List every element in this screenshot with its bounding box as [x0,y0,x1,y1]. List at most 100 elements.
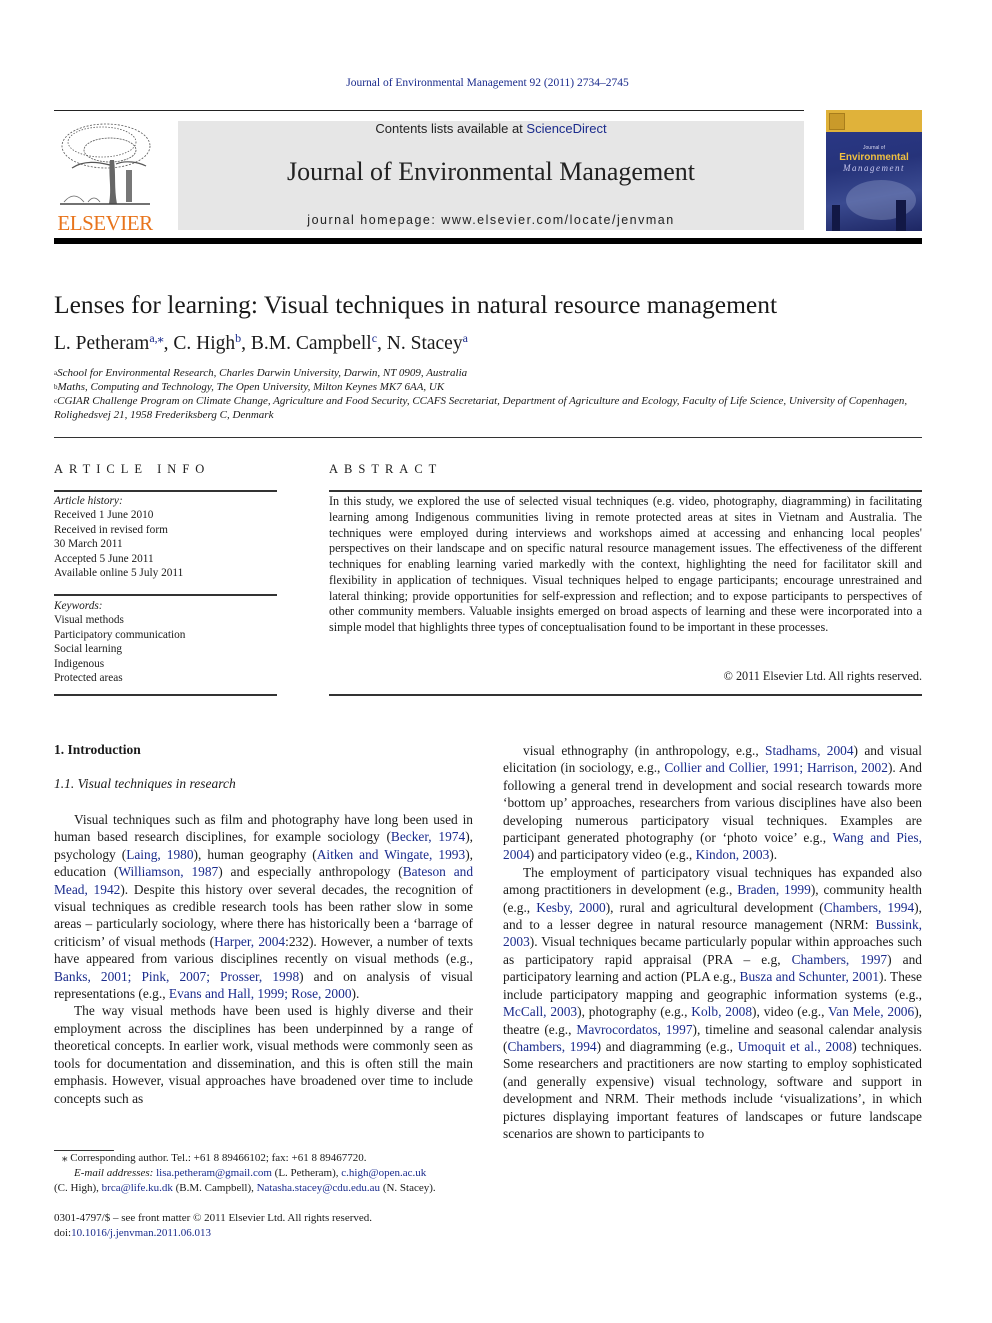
email-line: (C. High), brca@life.ku.dk (B.M. Campbel… [54,1182,436,1194]
email-owner: (N. Stacey). [382,1182,436,1194]
history-item: Accepted 5 June 2011 [54,552,154,565]
author-affiliation-link[interactable]: a,⁎ [149,331,163,345]
affiliation-text: CGIAR Challenge Program on Climate Chang… [54,395,908,422]
divider [54,490,277,492]
affiliation: aSchool for Environmental Research, Char… [54,366,924,380]
journal-banner: Contents lists available at ScienceDirec… [178,121,804,230]
citation-link[interactable]: Bateson and Mead, 1942 [54,864,473,896]
citation-link[interactable]: Mavrocordatos, 1997 [576,1022,692,1037]
divider [329,490,922,492]
citation-link[interactable]: Umoquit et al., 2008 [738,1039,853,1054]
author-affiliation-link[interactable]: b [235,331,241,345]
cover-line-3: Management [843,163,905,173]
elsevier-wordmark: ELSEVIER [57,211,153,235]
journal-homepage-link[interactable]: journal homepage: www.elsevier.com/locat… [178,213,804,227]
citation-link[interactable]: Becker, 1974 [391,829,465,844]
citation-link[interactable]: Evans and Hall, 1999; Rose, 2000 [169,986,352,1001]
cover-chimney-graphic [832,205,840,231]
corresponding-author-note: ⁎ Corresponding author. Tel.: +61 8 8946… [62,1152,367,1164]
keyword: Protected areas [54,672,123,685]
article-title: Lenses for learning: Visual techniques i… [54,290,778,319]
email-owner: (B.M. Campbell) [175,1182,252,1194]
doi-link[interactable]: 10.1016/j.jenvman.2011.06.013 [71,1227,211,1239]
keyword: Indigenous [54,657,105,670]
email-link[interactable]: brca@life.ku.dk [102,1182,173,1194]
email-owner: (C. High) [54,1182,97,1194]
article-history: Article history: Received 1 June 2010 Re… [54,494,279,580]
sciencedirect-link[interactable]: ScienceDirect [526,121,606,136]
citation-link[interactable]: Chambers, 1994 [824,900,914,915]
citation-link[interactable]: Kesby, 2000 [536,900,606,915]
journal-reference-link[interactable]: Journal of Environmental Management 92 (… [346,77,629,89]
citation-link[interactable]: Banks, 2001; Pink, 2007; Prosser, 1998 [54,969,299,984]
citation-link[interactable]: Van Mele, 2006 [828,1004,914,1019]
citation-link[interactable]: Williamson, 1987 [118,864,218,879]
citation-link[interactable]: Busza and Schunter, 2001 [740,969,880,984]
body-column-left: Visual techniques such as film and photo… [54,811,473,1107]
citation-link[interactable]: Chambers, 1994 [507,1039,596,1054]
citation-link[interactable]: Chambers, 1997 [792,952,887,967]
citation-link[interactable]: McCall, 2003 [503,1004,577,1019]
affiliation: bMaths, Computing and Technology, The Op… [54,380,924,394]
cover-band [826,110,922,132]
affiliation-text: School for Environmental Research, Charl… [57,367,468,379]
keyword: Social learning [54,643,123,656]
citation-link[interactable]: Aitken and Wingate, 1993 [317,847,465,862]
email-link[interactable]: Natasha.stacey@cdu.edu.au [257,1182,380,1194]
citation-link[interactable]: Kindon, 2003 [696,847,770,862]
header-thick-rule [54,238,922,244]
front-matter: 0301-4797/$ – see front matter © 2011 El… [54,1211,372,1241]
affiliation-text: Maths, Computing and Technology, The Ope… [57,381,445,393]
author-affiliation-link[interactable]: c [372,331,377,345]
keyword: Participatory communication [54,628,186,641]
citation-link[interactable]: Laing, 1980 [126,847,193,862]
divider [54,437,922,438]
contents-line: Contents lists available at ScienceDirec… [178,121,804,136]
author-name: L. Petheram [54,333,150,354]
cover-emblem-icon [829,113,845,130]
article-info-heading: ARTICLE INFO [54,462,211,476]
abstract-text: In this study, we explored the use of se… [329,494,922,634]
abstract-heading: ABSTRACT [329,462,443,476]
footnote: ⁎ Corresponding author. Tel.: +61 8 8946… [54,1151,479,1196]
cover-line-2: Environmental [839,152,909,163]
contents-prefix: Contents lists available at [375,121,527,136]
doi-line: doi:10.1016/j.jenvman.2011.06.013 [54,1226,372,1241]
elsevier-logo[interactable]: ELSEVIER [54,120,156,235]
email-link[interactable]: c.high@open.ac.uk [341,1167,426,1179]
history-item: 30 March 2011 [54,538,123,551]
body-paragraph: Visual techniques such as film and photo… [54,812,474,1002]
citation-link[interactable]: Stadhams, 2004 [765,743,854,758]
body-paragraph: The employment of participatory visual t… [503,864,923,1141]
history-item: Received in revised form [54,523,168,536]
divider [54,594,277,596]
body-paragraph: visual ethnography (in anthropology, e.g… [503,743,922,863]
citation-link[interactable]: Kolb, 2008 [691,1004,752,1019]
journal-title: Journal of Environmental Management [287,157,695,186]
article-history-label: Article history: [54,495,123,507]
email-owner: (L. Petheram) [274,1167,336,1179]
section-heading: 1. Introduction [54,742,141,757]
journal-cover-thumbnail[interactable]: Journal of Environmental Management [826,110,922,231]
keyword: Visual methods [54,614,124,627]
cover-line-1: Journal of [863,145,885,151]
citation-link[interactable]: Bussink, 2003 [503,917,922,949]
cover-chimney-graphic [896,200,906,231]
journal-reference[interactable]: Journal of Environmental Management 92 (… [0,77,975,89]
divider [329,694,922,696]
author-name: N. Stacey [386,333,463,354]
citation-link[interactable]: Braden, 1999 [737,882,811,897]
email-link[interactable]: lisa.petheram@gmail.com [156,1167,272,1179]
header-rule [54,110,804,111]
citation-link[interactable]: Harper, 2004 [214,934,285,949]
keywords: Keywords: Visual methods Participatory c… [54,599,279,685]
citation-link[interactable]: Collier and Collier, 1991; Harrison, 200… [664,760,888,775]
author-name: B.M. Campbell [250,333,372,354]
author-affiliation-link[interactable]: a [463,331,468,345]
copyright: © 2011 Elsevier Ltd. All rights reserved… [723,669,922,683]
author-name: C. High [173,333,236,354]
doi-label: doi: [54,1227,72,1239]
author-list: L. Petherama,⁎, C. Highb, B.M. Campbellc… [54,331,468,354]
affiliation: cCGIAR Challenge Program on Climate Chan… [54,394,924,423]
divider [54,694,277,696]
